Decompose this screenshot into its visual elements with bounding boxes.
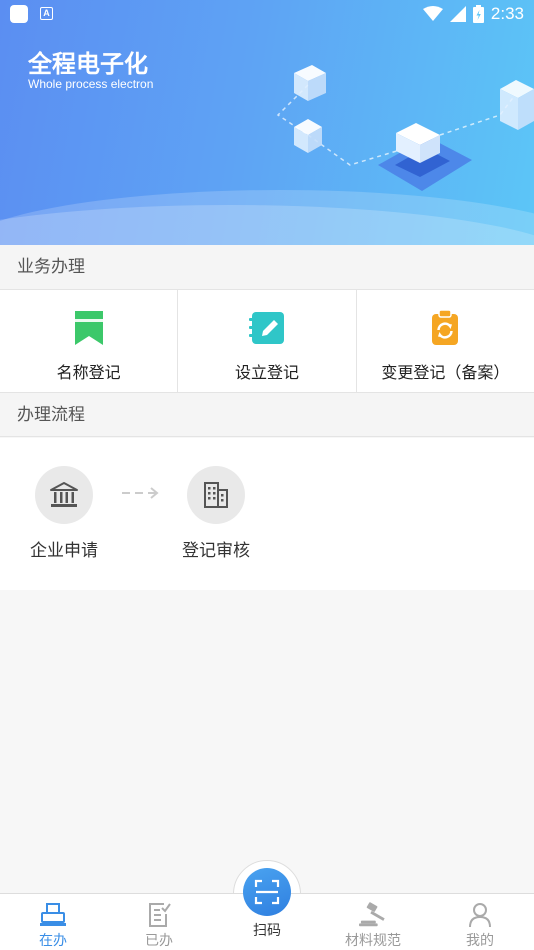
notification-app-icon bbox=[10, 5, 28, 23]
step-label-apply: 企业申请 bbox=[30, 541, 98, 561]
header-banner: A 2:33 全程电子化 Whole process electron bbox=[0, 0, 534, 245]
notebook-pen-icon bbox=[248, 312, 284, 344]
process-step-review: 登记审核 bbox=[166, 466, 266, 561]
bank-building-icon bbox=[50, 482, 78, 507]
office-building-icon bbox=[204, 482, 228, 508]
banner-title: 全程电子化 bbox=[28, 50, 148, 78]
scan-icon bbox=[254, 879, 280, 905]
name-registration-button[interactable]: 名称登记 bbox=[0, 290, 179, 392]
section-title-process: 办理流程 bbox=[0, 392, 534, 437]
nav-label-in-progress: 在办 bbox=[39, 933, 67, 949]
notification-badge-icon: A bbox=[40, 7, 53, 20]
nav-label-mine: 我的 bbox=[466, 933, 494, 949]
change-registration-label: 变更登记（备案） bbox=[381, 363, 510, 382]
nav-tab-done[interactable]: 已办 bbox=[106, 894, 212, 950]
step-circle bbox=[35, 466, 93, 524]
signal-icon bbox=[449, 6, 466, 22]
nav-label-done: 已办 bbox=[145, 933, 173, 949]
bookmark-icon bbox=[74, 311, 103, 345]
arrow-right-icon bbox=[122, 487, 159, 499]
step-label-review: 登记审核 bbox=[182, 541, 250, 561]
establishment-registration-button[interactable]: 设立登记 bbox=[178, 290, 357, 392]
establishment-registration-label: 设立登记 bbox=[234, 363, 299, 382]
wifi-icon bbox=[422, 6, 443, 21]
battery-icon bbox=[472, 5, 484, 23]
clipboard-refresh-icon bbox=[432, 309, 459, 345]
document-check-icon bbox=[149, 903, 171, 927]
gavel-icon bbox=[359, 902, 385, 927]
status-bar: A 2:33 bbox=[0, 0, 534, 28]
nav-tab-material-standards[interactable]: 材料规范 bbox=[320, 894, 426, 950]
person-icon bbox=[469, 903, 491, 928]
business-grid: 名称登记 设立登记 变更登记（备案） bbox=[0, 290, 534, 392]
banner-subtitle: Whole process electron bbox=[28, 77, 154, 91]
cubes-illustration-icon bbox=[276, 65, 534, 191]
printer-icon bbox=[40, 903, 66, 926]
section-title-business: 业务办理 bbox=[0, 245, 534, 290]
step-circle bbox=[187, 466, 245, 524]
nav-tab-in-progress[interactable]: 在办 bbox=[0, 894, 106, 950]
process-flow: 企业申请 登记审核 bbox=[0, 438, 534, 590]
process-step-apply: 企业申请 bbox=[14, 466, 114, 561]
change-registration-button[interactable]: 变更登记（备案） bbox=[357, 290, 534, 392]
nav-tab-mine[interactable]: 我的 bbox=[427, 894, 533, 950]
nav-label-scan: 扫码 bbox=[253, 923, 281, 939]
clock: 2:33 bbox=[490, 4, 524, 23]
nav-label-material-standards: 材料规范 bbox=[345, 933, 401, 949]
scan-button[interactable] bbox=[243, 868, 291, 916]
name-registration-label: 名称登记 bbox=[56, 363, 121, 382]
